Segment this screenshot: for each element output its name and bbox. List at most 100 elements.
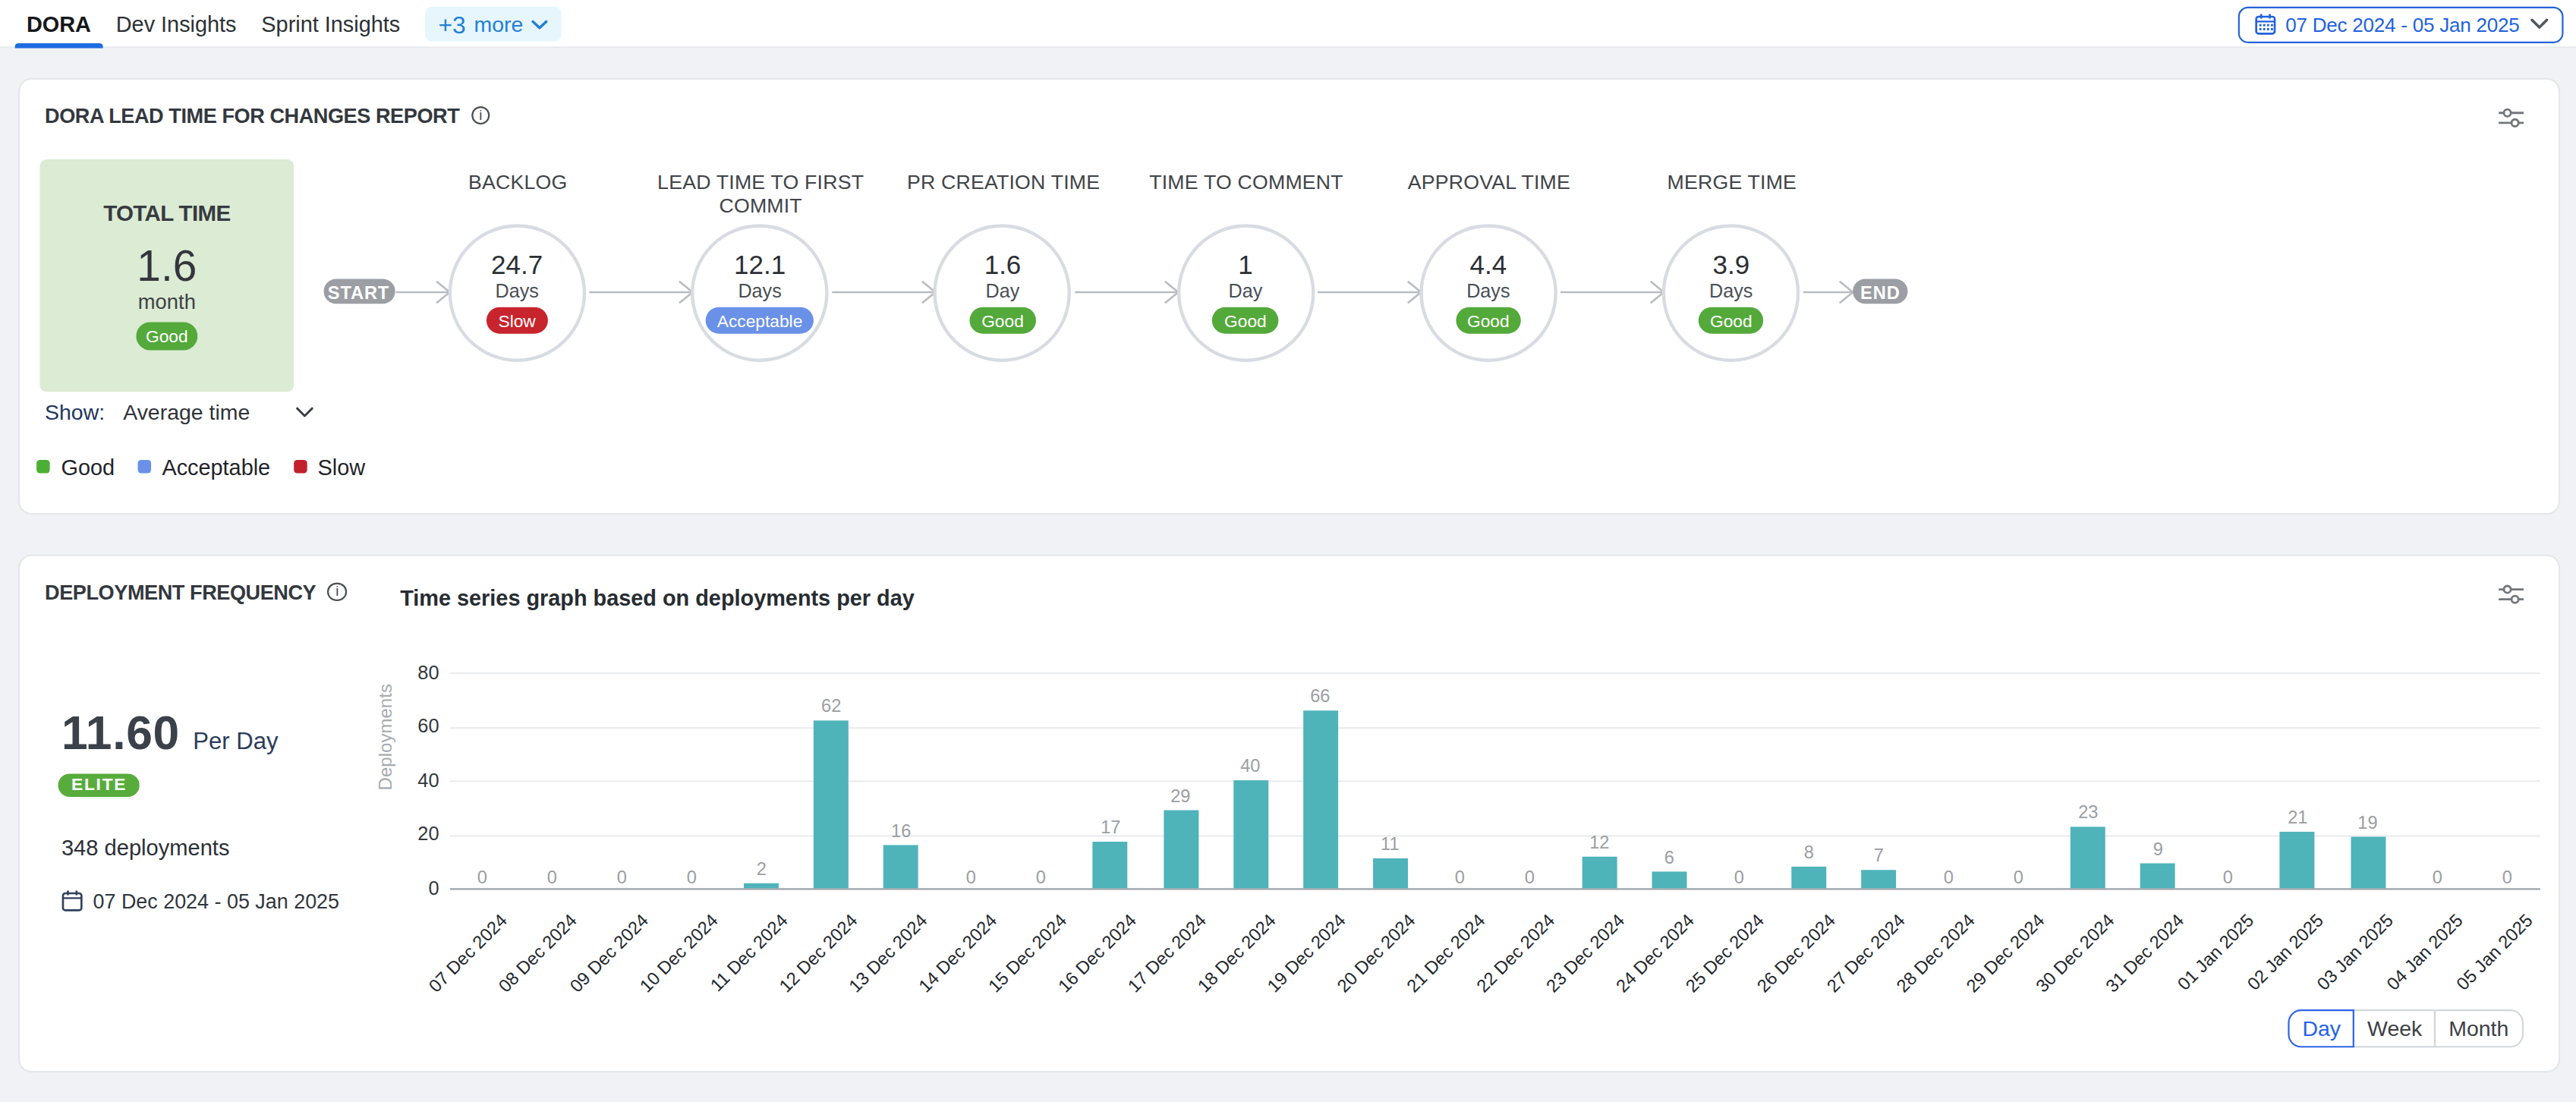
stage-status-badge: Good	[1699, 307, 1764, 334]
stage-status-badge: Good	[970, 307, 1035, 334]
bar-value-label: 0	[655, 866, 728, 886]
stage-status-badge: Good	[1456, 307, 1521, 334]
stage-circle[interactable]: 1.6Day Good	[934, 223, 1072, 361]
stage-circle[interactable]: 1DayGood	[1176, 223, 1315, 361]
stage-circle[interactable]: 12.1DaysAcceptable	[691, 223, 829, 361]
show-value[interactable]: Average time	[123, 399, 250, 424]
bar-value-label: 0	[2191, 866, 2264, 886]
stage-label: MERGE TIME	[1608, 170, 1856, 194]
active-tab-underline	[15, 44, 103, 49]
granularity-switch: DayWeekMonth	[2288, 1009, 2523, 1047]
bar-value-label: 29	[1144, 786, 1217, 805]
deployment-bar[interactable]	[2280, 832, 2315, 889]
legend-swatch	[138, 460, 152, 474]
show-selector-row: Show: Average time	[45, 399, 250, 424]
bar-value-label: 0	[515, 866, 588, 886]
bar-value-label: 0	[1423, 866, 1496, 886]
tab-sprint-insights[interactable]: Sprint Insights	[261, 0, 400, 48]
bar-value-label: 0	[1982, 866, 2055, 886]
stage-value: 3.9	[1712, 250, 1749, 279]
deployment-bar[interactable]	[1791, 867, 1826, 888]
tab-dev-insights[interactable]: Dev Insights	[116, 0, 237, 48]
deployment-bar[interactable]	[2071, 826, 2105, 889]
bar-value-label: 0	[2401, 866, 2474, 886]
deployment-bar[interactable]	[1861, 869, 1896, 888]
legend-label: Good	[61, 454, 115, 479]
calendar-icon	[2254, 14, 2275, 35]
status-legend: Good Acceptable Slow	[37, 454, 365, 479]
deployment-bar[interactable]	[2140, 864, 2175, 888]
bar-value-label: 0	[585, 866, 658, 886]
bar-value-label: 12	[1563, 831, 1636, 851]
nav-tabs: DORA Dev Insights Sprint Insights +3 mor…	[27, 0, 562, 48]
deployment-bar[interactable]	[1163, 810, 1198, 888]
bar-value-label: 2	[725, 858, 798, 877]
legend-item: Slow	[294, 454, 365, 479]
bar-value-label: 0	[1493, 866, 1566, 886]
stage-value: 4.4	[1470, 250, 1507, 279]
stage-circle[interactable]: 3.9Days Good	[1662, 223, 1800, 361]
deployment-bar[interactable]	[814, 721, 849, 888]
legend-label: Acceptable	[162, 454, 270, 479]
granularity-week-button[interactable]: Week	[2353, 1009, 2436, 1047]
bar-value-label: 19	[2331, 812, 2404, 832]
legend-swatch	[37, 460, 51, 474]
stage-value: 1	[1238, 250, 1252, 279]
lead-time-flow: START END BACKLOG24.7DaysSlowLEAD TIME T…	[19, 79, 2559, 512]
deployment-frequency-card: DEPLOYMENT FREQUENCY i Time series graph…	[17, 554, 2560, 1073]
stage-label: PR CREATION TIME	[879, 170, 1128, 194]
deployments-bar-chart: 020406080007 Dec 2024008 Dec 2024009 Dec…	[19, 556, 2559, 1071]
deployment-bar[interactable]	[744, 883, 779, 888]
granularity-day-button[interactable]: Day	[2288, 1009, 2355, 1047]
stage-unit: Days	[495, 281, 538, 301]
top-nav-bar: DORA Dev Insights Sprint Insights +3 mor…	[0, 0, 2576, 48]
deployment-bar[interactable]	[2350, 837, 2385, 888]
lead-time-card: DORA LEAD TIME FOR CHANGES REPORT i TOTA…	[17, 77, 2560, 514]
bar-value-label: 16	[864, 820, 937, 840]
stage-circle[interactable]: 4.4DaysGood	[1419, 223, 1557, 361]
deployment-bar[interactable]	[1093, 842, 1128, 888]
gridline	[450, 834, 2540, 836]
chevron-down-icon[interactable]	[295, 406, 313, 417]
stage-unit: Day	[986, 281, 1020, 301]
bar-value-label: 0	[2471, 866, 2543, 886]
y-tick-label: 80	[389, 660, 439, 682]
show-label: Show:	[45, 399, 105, 424]
dora-dashboard: DORA Dev Insights Sprint Insights +3 mor…	[0, 0, 2576, 1102]
bar-value-label: 40	[1214, 755, 1286, 775]
bar-value-label: 11	[1353, 833, 1426, 853]
date-range-value: 07 Dec 2024 - 05 Jan 2025	[2285, 12, 2519, 36]
deployment-bar[interactable]	[1582, 856, 1617, 889]
deployment-bar[interactable]	[1652, 872, 1686, 888]
bar-value-label: 0	[934, 866, 1007, 886]
chevron-down-icon[interactable]	[2530, 18, 2548, 30]
deployment-bar[interactable]	[1372, 858, 1407, 888]
chevron-down-icon	[531, 19, 548, 29]
stage-value: 1.6	[984, 250, 1022, 279]
more-tabs-button[interactable]: +3 more	[425, 7, 562, 42]
stage-unit: Days	[1709, 281, 1752, 301]
bar-value-label: 17	[1074, 817, 1147, 837]
x-axis-line	[450, 888, 2540, 890]
bar-value-label: 0	[446, 866, 518, 886]
deployment-bar[interactable]	[1302, 710, 1337, 888]
tab-dora[interactable]: DORA	[27, 0, 91, 48]
legend-swatch	[294, 460, 307, 474]
stage-unit: Day	[1229, 281, 1263, 301]
stage-label: BACKLOG	[393, 170, 642, 194]
bar-value-label: 7	[1842, 845, 1915, 864]
date-range-picker[interactable]: 07 Dec 2024 - 05 Jan 2025	[2238, 6, 2564, 43]
y-tick-label: 0	[389, 876, 439, 897]
stage-circle[interactable]: 24.7DaysSlow	[448, 223, 586, 361]
y-tick-label: 40	[389, 768, 439, 789]
bar-value-label: 9	[2121, 839, 2194, 859]
granularity-month-button[interactable]: Month	[2435, 1009, 2523, 1047]
bar-value-label: 62	[795, 696, 868, 716]
legend-item: Good	[37, 454, 115, 479]
stage-label: APPROVAL TIME	[1365, 170, 1614, 194]
deployment-bar[interactable]	[883, 845, 918, 889]
gridline	[450, 726, 2540, 728]
deployment-bar[interactable]	[1233, 780, 1268, 888]
stage-status-badge: Acceptable	[706, 307, 814, 334]
bar-value-label: 0	[1004, 866, 1077, 886]
